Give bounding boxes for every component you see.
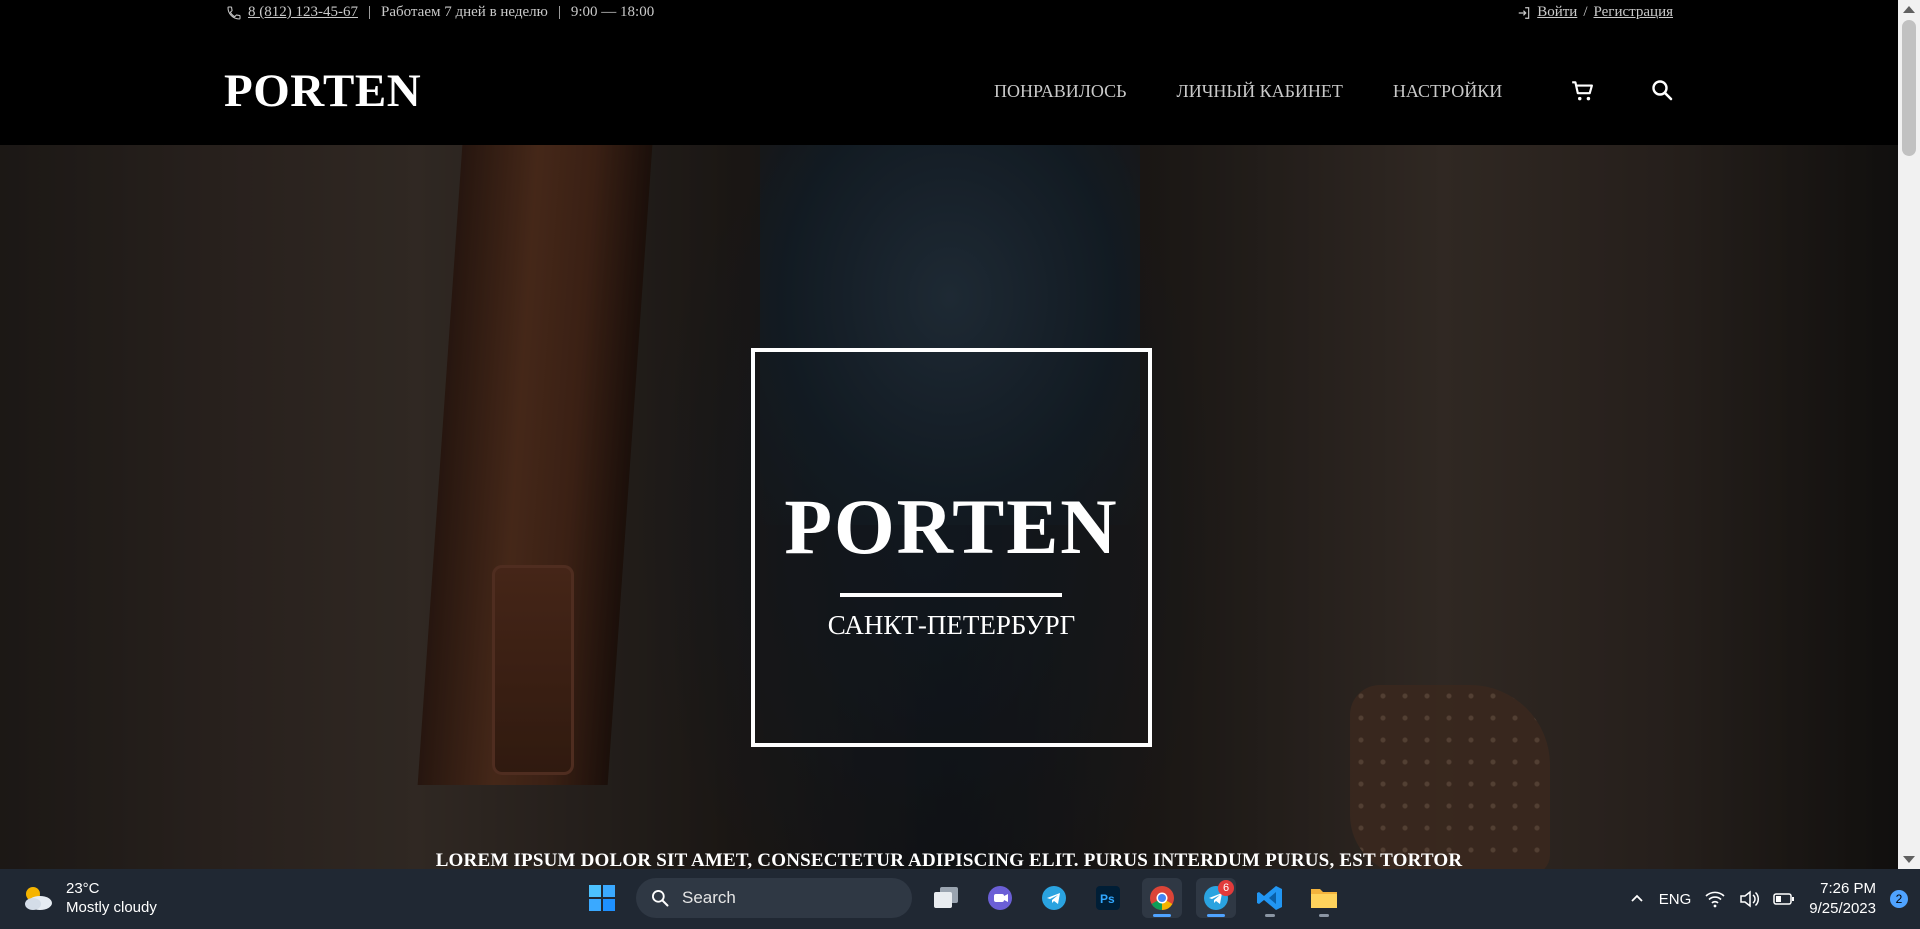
auth-links: Войти / Регистрация — [1517, 4, 1673, 21]
teams-icon — [988, 886, 1012, 910]
telegram-chat-button[interactable]: 6 — [1196, 878, 1236, 918]
taskbar-search[interactable]: Search — [636, 878, 912, 918]
windows-taskbar: 23°C Mostly cloudy Search Ps 6 ENG 7:26 … — [0, 869, 1920, 929]
login-link[interactable]: Войти — [1537, 4, 1577, 21]
scroll-thumb[interactable] — [1902, 20, 1916, 156]
task-view-icon — [934, 887, 958, 908]
search-button[interactable] — [1650, 78, 1676, 104]
nav-item-settings[interactable]: НАСТРОЙКИ — [1393, 81, 1502, 102]
telegram-icon — [1042, 886, 1066, 910]
scroll-down-arrow[interactable] — [1903, 856, 1915, 863]
hero-divider — [840, 593, 1062, 597]
phone-link[interactable]: 8 (812) 123-45-67 — [248, 4, 358, 21]
scroll-up-arrow[interactable] — [1903, 6, 1915, 13]
hero-title: PORTEN — [784, 483, 1119, 570]
search-icon — [1652, 80, 1673, 101]
wifi-icon[interactable] — [1705, 890, 1725, 908]
working-days-text: Работаем 7 дней в неделю — [381, 4, 548, 20]
folder-icon — [1311, 889, 1337, 908]
page-scrollbar[interactable] — [1898, 0, 1920, 869]
chrome-icon — [1150, 886, 1174, 910]
cart-icon — [1572, 81, 1593, 101]
photoshop-icon: Ps — [1096, 886, 1120, 910]
clock-time: 7:26 PM — [1820, 880, 1876, 897]
svg-text:Ps: Ps — [1100, 892, 1115, 906]
weather-temp: 23°C — [66, 880, 100, 897]
volume-icon[interactable] — [1739, 890, 1760, 908]
weather-desc: Mostly cloudy — [66, 899, 157, 916]
top-info-bar: 8 (812) 123-45-67 | Работаем 7 дней в не… — [0, 4, 1898, 24]
task-view-button[interactable] — [926, 878, 966, 918]
hero-city: САНКТ-ПЕТЕРБУРГ — [827, 610, 1076, 640]
contact-info: 8 (812) 123-45-67 | Работаем 7 дней в не… — [226, 4, 654, 21]
login-icon — [1518, 6, 1530, 19]
telegram-button[interactable] — [1034, 878, 1074, 918]
system-tray: ENG 7:26 PM 9/25/2023 2 — [1629, 879, 1908, 919]
brand-logo[interactable]: PORTEN — [224, 64, 421, 118]
hero-frame: PORTEN САНКТ-ПЕТЕРБУРГ — [751, 348, 1152, 747]
vscode-button[interactable] — [1250, 878, 1290, 918]
hero-banner: PORTEN САНКТ-ПЕТЕРБУРГ LOREM IPSUM DOLOR… — [0, 145, 1898, 869]
cart-button[interactable] — [1570, 78, 1596, 104]
main-nav: ПОНРАВИЛОСЬ ЛИЧНЫЙ КАБИНЕТ НАСТРОЙКИ — [994, 81, 1502, 102]
phone-icon — [227, 5, 241, 20]
notification-badge: 6 — [1218, 880, 1234, 896]
separator: | — [367, 4, 371, 20]
file-explorer-button[interactable] — [1304, 878, 1344, 918]
battery-icon[interactable] — [1773, 892, 1795, 906]
weather-widget[interactable]: 23°C Mostly cloudy — [20, 879, 157, 917]
register-link[interactable]: Регистрация — [1594, 4, 1674, 21]
running-indicator — [1319, 914, 1329, 917]
hero-tagline: LOREM IPSUM DOLOR SIT AMET, CONSECTETUR … — [435, 850, 1463, 869]
clock-date: 9/25/2023 — [1809, 900, 1876, 917]
working-hours-text: 9:00 — 18:00 — [570, 4, 655, 20]
clock[interactable]: 7:26 PM 9/25/2023 — [1809, 879, 1876, 919]
nav-item-account[interactable]: ЛИЧНЫЙ КАБИНЕТ — [1176, 81, 1342, 102]
start-button[interactable] — [582, 878, 622, 918]
auth-separator: / — [1583, 4, 1588, 20]
taskbar-search-label: Search — [682, 888, 736, 907]
cloudy-weather-icon — [25, 887, 52, 910]
vscode-icon — [1257, 886, 1282, 910]
running-indicator — [1265, 914, 1275, 917]
taskbar-apps: Search Ps 6 — [582, 878, 1344, 918]
language-indicator[interactable]: ENG — [1659, 891, 1692, 908]
nav-item-favorites[interactable]: ПОНРАВИЛОСЬ — [994, 81, 1126, 102]
notification-count[interactable]: 2 — [1890, 890, 1908, 908]
chevron-up-icon[interactable] — [1629, 891, 1645, 907]
search-icon — [652, 890, 669, 907]
separator: | — [557, 4, 561, 20]
photoshop-button[interactable]: Ps — [1088, 878, 1128, 918]
windows-icon — [589, 885, 615, 911]
chrome-button[interactable] — [1142, 878, 1182, 918]
site-header: 8 (812) 123-45-67 | Работаем 7 дней в не… — [0, 0, 1898, 145]
teams-button[interactable] — [980, 878, 1020, 918]
active-indicator — [1207, 914, 1225, 917]
active-indicator — [1153, 914, 1171, 917]
